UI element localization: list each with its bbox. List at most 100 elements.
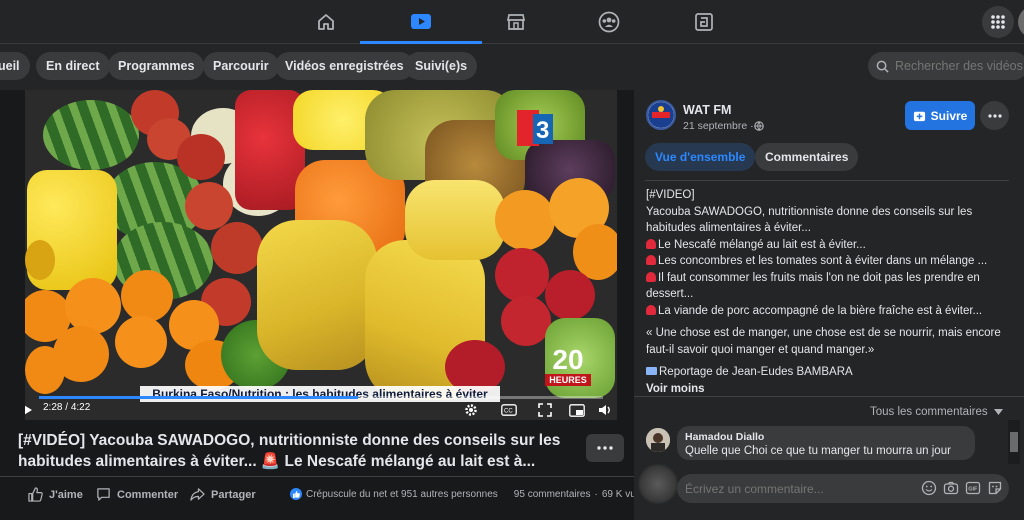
video-panel: 3 20 HEURES Burkina Faso/Nutrition : les… [0, 90, 646, 520]
account-avatar[interactable] [1018, 6, 1024, 38]
comments-filter-dropdown[interactable]: Tous les commentaires [870, 406, 1003, 418]
description-tag: [#VIDEO] [646, 189, 695, 201]
marketplace-icon[interactable] [501, 8, 531, 36]
banana-image [257, 220, 377, 370]
siren-icon [646, 271, 656, 282]
chip-parcourir[interactable]: Parcourir [203, 52, 279, 80]
description-reporter: Reportage de Jean-Eudes BAMBARA [646, 364, 1011, 381]
like-reaction-icon [290, 488, 302, 500]
share-icon [190, 488, 205, 501]
post-details-panel: WAT FM 21 septembre · Suivre Vue d'ensem… [634, 90, 1024, 520]
comment-button[interactable]: Commenter [96, 487, 178, 502]
orange-image [121, 270, 173, 322]
description-point: Le Nescafé mélangé au lait est à éviter.… [646, 237, 1011, 254]
gaming-icon[interactable] [689, 8, 719, 36]
description-quote: « Une chose est de manger, une chose est… [646, 327, 1001, 356]
video-player[interactable]: 3 20 HEURES Burkina Faso/Nutrition : les… [25, 90, 617, 420]
video-progress-bar[interactable] [39, 396, 603, 399]
search-input[interactable] [895, 59, 1024, 73]
comments-count[interactable]: 95 commentaires [514, 489, 591, 500]
menu-grid-icon[interactable] [982, 6, 1014, 38]
camera-icon [646, 367, 657, 375]
video-controls: 2:28 / 4:22 CC [25, 396, 617, 420]
watermelon-image [43, 100, 139, 170]
like-button[interactable]: J'aime [28, 487, 83, 502]
siren-icon [646, 255, 656, 265]
svg-text:3: 3 [536, 117, 549, 144]
divider [634, 396, 1024, 397]
caret-down-icon [993, 409, 1003, 415]
watch-filter-bar: ueil En direct Programmes Parcourir Vidé… [0, 44, 1024, 90]
description-intro: Yacouba SAWADOGO, nutritionniste donne d… [646, 205, 973, 235]
post-date: 21 septembre · [683, 120, 764, 132]
apple-image [185, 182, 233, 230]
groups-icon[interactable] [594, 8, 624, 36]
video-timecode: 2:28 / 4:22 [43, 402, 91, 413]
chip-suivis[interactable]: Suivi(e)s [405, 52, 478, 80]
siren-icon [646, 304, 656, 315]
comment-bubble: Hamadou Diallo Quelle que Choi ce que tu… [677, 426, 975, 460]
chip-accueil[interactable]: ueil [0, 52, 30, 80]
orange-image [65, 278, 121, 334]
tab-comments[interactable]: Commentaires [755, 143, 859, 171]
settings-gear-icon[interactable] [463, 402, 479, 418]
emoji-icon[interactable] [921, 480, 937, 496]
description-point: Il faut consommer les fruits mais l'on n… [646, 271, 980, 300]
apple-image [211, 222, 263, 274]
post-stats: Crépuscule du net et 951 autres personne… [290, 488, 646, 500]
20-heures-logo: 20 HEURES [545, 346, 591, 386]
post-more-button[interactable] [586, 434, 624, 462]
top-navigation-bar [0, 0, 1024, 44]
lemon-image [25, 240, 55, 280]
chip-videos-enregistrees[interactable]: Vidéos enregistrées [275, 52, 414, 80]
page-name[interactable]: WAT FM [683, 103, 731, 117]
sticker-icon[interactable] [987, 480, 1003, 496]
apple-image [495, 248, 549, 302]
volume-icon[interactable] [597, 402, 613, 418]
apple-image [177, 134, 225, 180]
comments-scrollbar[interactable] [1008, 420, 1020, 464]
description-point: Les concombres et les tomates sont à évi… [646, 253, 1011, 270]
picture-in-picture-icon[interactable] [569, 402, 585, 418]
home-icon[interactable] [311, 8, 341, 36]
video-search-box[interactable] [868, 52, 1024, 80]
comment-text: Quelle que Choi ce que tu manger tu mour… [685, 445, 951, 457]
siren-icon [646, 238, 656, 249]
svg-text:GIF: GIF [968, 487, 978, 493]
orange-image [495, 190, 555, 250]
reactions-summary[interactable]: Crépuscule du net et 951 autres personne… [306, 489, 498, 500]
tv-channel-logo: 3 [517, 110, 557, 146]
divider [645, 180, 1009, 181]
fullscreen-icon[interactable] [537, 402, 553, 418]
commenter-avatar[interactable] [646, 428, 670, 452]
current-user-avatar[interactable] [638, 464, 678, 504]
orange-image [115, 316, 167, 368]
search-icon [876, 60, 889, 73]
banana-image [405, 180, 505, 260]
camera-icon[interactable] [943, 480, 959, 496]
follow-icon [913, 111, 925, 122]
thumbs-up-icon [28, 487, 43, 502]
play-icon[interactable] [25, 402, 35, 418]
globe-icon [753, 121, 764, 131]
comment-icon [97, 488, 110, 501]
comment-input[interactable] [685, 481, 905, 496]
chip-en-direct[interactable]: En direct [36, 52, 110, 80]
tab-overview[interactable]: Vue d'ensemble [645, 143, 756, 171]
gif-icon[interactable]: GIF [965, 480, 981, 496]
more-dots-icon [987, 113, 1002, 118]
watch-icon[interactable] [360, 8, 482, 44]
comment-input-box[interactable]: GIF [677, 474, 1009, 503]
chip-programmes[interactable]: Programmes [108, 52, 205, 80]
share-button[interactable]: Partager [190, 487, 256, 502]
svg-text:CC: CC [504, 409, 513, 415]
captions-icon[interactable]: CC [501, 402, 517, 418]
post-title: [#VIDÉO] Yacouba SAWADOGO, nutritionnist… [18, 432, 561, 470]
page-avatar[interactable] [646, 100, 676, 130]
follow-button[interactable]: Suivre [905, 101, 975, 130]
comment-author[interactable]: Hamadou Diallo [685, 431, 967, 443]
orange-image [25, 346, 65, 394]
see-less-link[interactable]: Voir moins [646, 381, 1011, 398]
page-more-button[interactable] [980, 101, 1009, 130]
more-dots-icon [597, 446, 613, 450]
